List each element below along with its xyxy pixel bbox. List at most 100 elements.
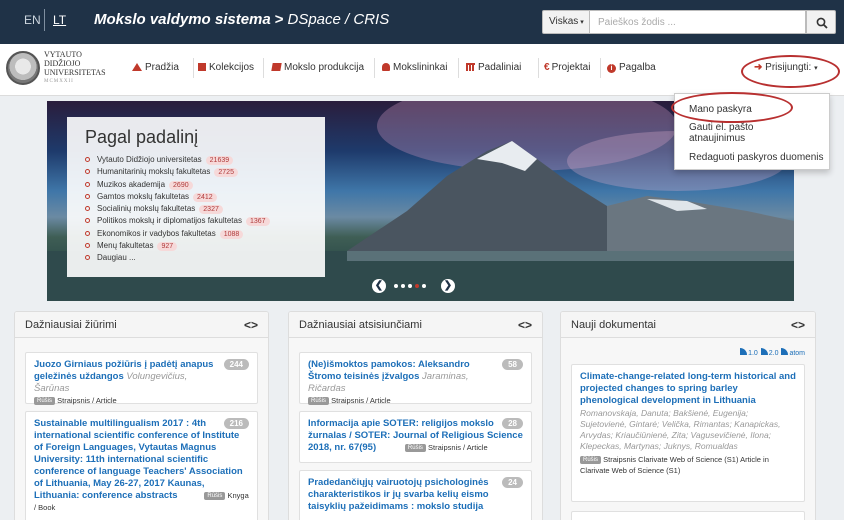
department-link[interactable]: Politikos mokslų ir diplomatijos fakulte…: [85, 215, 325, 227]
department-list-panel: Pagal padalinį Vytauto Didžiojo universi…: [67, 117, 325, 277]
count-badge: 2412: [193, 192, 217, 202]
type-badge: Rūšis: [404, 444, 426, 452]
item-card[interactable]: Juozo Girniaus požiūris į padėtį anapus …: [25, 352, 258, 405]
nav-researchers[interactable]: Mokslininkai: [382, 62, 447, 73]
item-card[interactable]: [571, 511, 805, 520]
rss-1-link[interactable]: 1.0: [748, 350, 758, 357]
item-title-link[interactable]: Sustainable multilingualism 2017 : 4th i…: [34, 418, 243, 501]
highlight-ring-login: [741, 55, 840, 88]
nav-divider: [458, 58, 459, 78]
most-viewed-panel: Dažniausiai žiūrimi <> Juozo Girniaus pož…: [14, 311, 269, 520]
carousel-next-button[interactable]: ❯: [441, 279, 455, 293]
more-departments-link[interactable]: Daugiau ...: [85, 252, 325, 264]
atom-link[interactable]: atom: [789, 350, 805, 357]
item-type: Straipsnis / Article: [428, 443, 488, 452]
highlight-ring-my-account: [671, 92, 793, 123]
institution-icon: [466, 63, 475, 71]
type-badge: Rūšis: [34, 397, 56, 405]
item-title-link[interactable]: Pradedančiųjų vairuotojų psichologinės c…: [308, 477, 489, 512]
rss-2-link[interactable]: 2.0: [769, 350, 779, 357]
download-count-badge: 24: [502, 477, 523, 488]
search-input[interactable]: [590, 10, 806, 34]
item-card[interactable]: Informacija apie SOTER: religijos mokslo…: [299, 411, 532, 463]
top-bar: EN LT Mokslo valdymo sistema > DSpace / CR…: [0, 0, 844, 44]
item-type: Straipsnis / Article: [57, 396, 117, 405]
rss-icon: [760, 348, 768, 355]
type-badge: Rūšis: [580, 456, 602, 464]
carousel-prev-button[interactable]: ❮: [372, 279, 386, 293]
item-card[interactable]: Pradedančiųjų vairuotojų psichologinės c…: [299, 470, 532, 520]
department-link[interactable]: Gamtos mokslų fakultetas 2412: [85, 191, 325, 203]
item-title-link[interactable]: Climate-change-related long-term histori…: [580, 371, 796, 406]
nav-projects[interactable]: € Projektai: [544, 62, 590, 73]
folder-icon: [198, 63, 206, 71]
search-scope-label: Viskas: [549, 16, 579, 27]
site-brand[interactable]: Mokslo valdymo sistema > DSpace / CRIS: [94, 11, 389, 28]
nav-divider: [193, 58, 194, 78]
search-scope-dropdown[interactable]: Viskas ▾: [542, 10, 590, 34]
rss-icon: [781, 348, 789, 355]
nav-label: Padaliniai: [478, 62, 522, 73]
menu-item-edit-profile[interactable]: Redaguoti paskyros duomenis: [689, 152, 824, 163]
count-badge: 2690: [169, 180, 193, 190]
department-link[interactable]: Muzikos akademija 2690: [85, 179, 325, 191]
university-logo[interactable]: VYTAUTO DIDŽIOJO UNIVERSITETAS MCMXXII: [44, 50, 124, 86]
home-icon: [132, 63, 142, 71]
type-badge: Rūšis: [204, 492, 226, 500]
item-card[interactable]: Sustainable multilingualism 2017 : 4th i…: [25, 411, 258, 520]
nav-label: Mokslininkai: [393, 62, 448, 73]
carousel-dot-active[interactable]: [415, 284, 419, 288]
item-card[interactable]: Climate-change-related long-term histori…: [571, 364, 805, 502]
most-downloaded-panel: Dažniausiai atsisiunčiami <> (Ne)išmoktos…: [288, 311, 543, 520]
nav-label: Mokslo produkcija: [284, 62, 365, 73]
item-authors: Romanovskaja, Danuta; Bakšienė, Eugenija…: [580, 408, 781, 451]
logo-line: VYTAUTO: [44, 50, 82, 59]
panel-nav-chevrons[interactable]: <>: [244, 318, 258, 332]
department-link[interactable]: Menų fakultetas 927: [85, 240, 325, 252]
panel-header: Dažniausiai žiūrimi <>: [15, 312, 268, 338]
panel-header: Dažniausiai atsisiunčiami <>: [289, 312, 542, 338]
department-link[interactable]: Socialinių mokslų fakultetas 2327: [85, 203, 325, 215]
rss-icon: [740, 348, 748, 355]
count-badge: 2725: [214, 168, 238, 178]
lang-lt-link[interactable]: LT: [53, 13, 66, 27]
nav-home[interactable]: Pradžia: [132, 62, 179, 73]
logo-line: UNIVERSITETAS: [44, 68, 106, 77]
department-link[interactable]: Humanitarinių mokslų fakultetas 2725: [85, 166, 325, 178]
panel-nav-chevrons[interactable]: <>: [518, 318, 532, 332]
lang-en-link[interactable]: EN: [24, 13, 41, 27]
item-card[interactable]: (Ne)išmoktos pamokos: Aleksandro Štromo …: [299, 352, 532, 405]
carousel-dot[interactable]: [394, 284, 398, 288]
carousel-dot[interactable]: [401, 284, 405, 288]
nav-divider: [263, 58, 264, 78]
nav-help[interactable]: i Pagalba: [607, 62, 656, 73]
brand-main: Mokslo valdymo sistema: [94, 11, 271, 28]
nav-departments[interactable]: Padaliniai: [466, 62, 521, 73]
count-badge: 1088: [219, 229, 244, 239]
nav-label: Projektai: [551, 62, 591, 73]
nav-research-output[interactable]: Mokslo produkcija: [271, 62, 365, 73]
count-badge: 2327: [199, 205, 223, 215]
menu-item-email-updates[interactable]: Gauti el. pašto atnaujinimus: [689, 122, 809, 144]
count-badge: 1367: [245, 217, 270, 227]
panel-nav-chevrons[interactable]: <>: [791, 318, 805, 332]
type-badge: Rūšis: [308, 397, 330, 405]
view-count-badge: 216: [223, 418, 249, 429]
search-button[interactable]: [806, 10, 836, 34]
department-link[interactable]: Ekonomikos ir vadybos fakultetas 1088: [85, 228, 325, 240]
carousel-dot[interactable]: [422, 284, 426, 288]
nav-collections[interactable]: Kolekcijos: [198, 62, 254, 73]
main-navbar: VYTAUTO DIDŽIOJO UNIVERSITETAS MCMXXII P…: [0, 44, 844, 96]
carousel-dot[interactable]: [408, 284, 412, 288]
brand-arrow-icon: >: [274, 11, 284, 28]
recent-submissions-panel: Nauji dokumentai <> 1.0 2.0 atom Climate-…: [560, 311, 816, 520]
department-link[interactable]: Vytauto Didžiojo universitetas 21639: [85, 154, 325, 166]
university-seal-icon[interactable]: [6, 51, 40, 85]
download-count-badge: 28: [502, 418, 523, 429]
lang-divider: [44, 9, 45, 31]
nav-label: Pradžia: [145, 62, 179, 73]
nav-label: Pagalba: [619, 62, 656, 73]
nav-divider: [374, 58, 375, 78]
user-icon: [382, 63, 390, 71]
count-badge: 21639: [205, 156, 234, 165]
